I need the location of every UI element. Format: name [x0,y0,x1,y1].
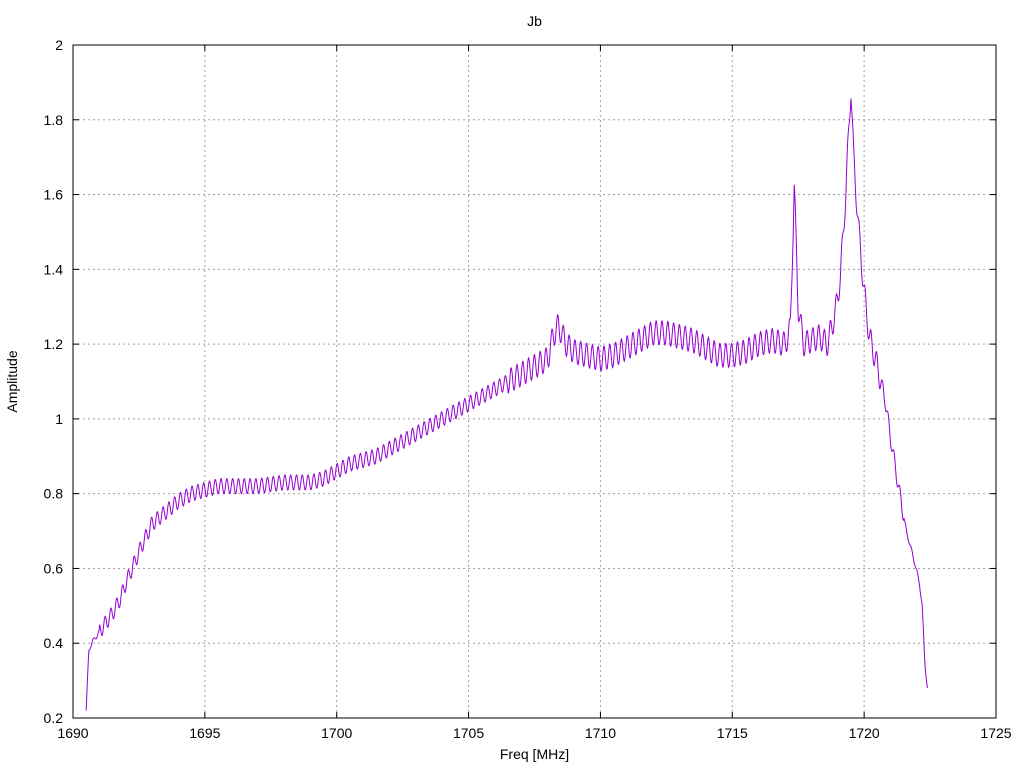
grid [73,45,996,718]
x-tick-label: 1695 [189,725,220,741]
plot-frame [72,44,997,719]
y-tick-label: 0.6 [44,560,64,576]
ticks: 1690 1695 1700 1705 1710 1715 1720 1725 0.2 0.4 0.… [44,37,1012,741]
x-tick-label: 1705 [453,725,484,741]
x-tick-label: 1720 [849,725,880,741]
chart: 1690 1695 1700 1705 1710 1715 1720 1725 0.2 0.4 0.… [4,13,1012,762]
y-tick-label: 0.4 [44,635,64,651]
x-tick-label: 1725 [980,725,1011,741]
y-tick-label: 0.8 [44,486,64,502]
x-tick-label: 1700 [321,725,352,741]
y-tick-label: 1.2 [44,336,64,352]
y-tick-label: 1.4 [44,261,64,277]
y-tick-label: 2 [55,37,63,53]
x-tick-label: 1690 [57,725,88,741]
x-axis-title: Freq [MHz] [500,746,569,762]
y-tick-label: 1 [55,411,63,427]
x-tick-label: 1710 [585,725,616,741]
y-tick-label: 1.8 [44,112,64,128]
y-tick-label: 1.6 [44,187,64,203]
y-axis-title: Amplitude [4,350,20,412]
y-tick-label: 0.2 [44,710,64,726]
x-tick-label: 1715 [717,725,748,741]
chart-title: Jb [527,13,542,29]
series-line [85,98,928,711]
